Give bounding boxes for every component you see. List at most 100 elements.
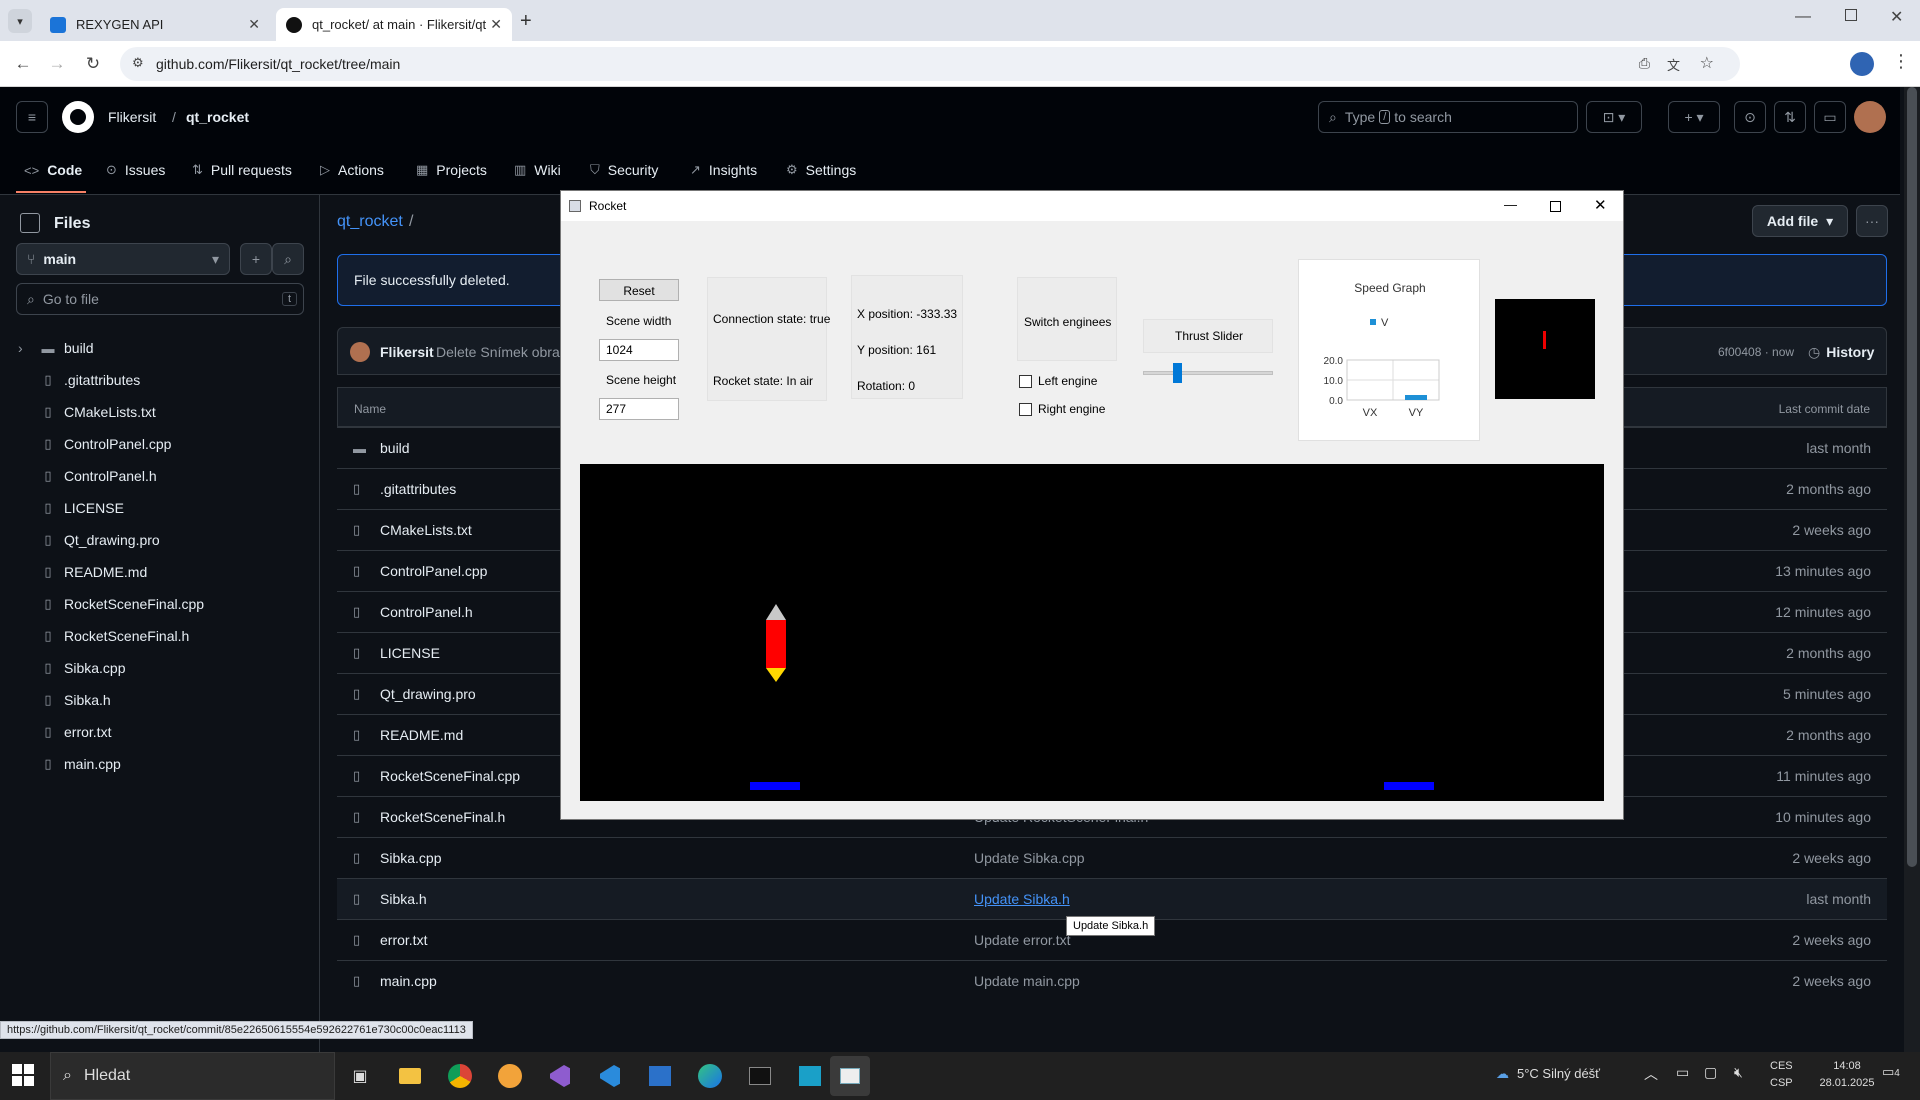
history-link[interactable]: ◷ History bbox=[1808, 344, 1874, 361]
file-name-link[interactable]: RocketSceneFinal.cpp bbox=[380, 768, 520, 784]
more-options-button[interactable]: ··· bbox=[1856, 205, 1888, 237]
translate-icon[interactable]: 文 bbox=[1667, 55, 1680, 74]
tab-pull-requests[interactable]: ⇅ Pull requests bbox=[192, 153, 292, 187]
reset-button[interactable]: Reset bbox=[599, 279, 679, 301]
breadcrumb-repo-link[interactable]: qt_rocket bbox=[337, 213, 403, 231]
commit-message-link[interactable]: Update main.cpp bbox=[974, 973, 1080, 989]
go-to-file-input[interactable]: ⌕ Go to file t bbox=[16, 283, 304, 315]
file-name-link[interactable]: error.txt bbox=[380, 932, 427, 948]
back-icon[interactable]: ← bbox=[10, 51, 36, 77]
browser-tab-github[interactable]: qt_rocket/ at main · Flikersit/qt... ✕ bbox=[276, 8, 512, 41]
bookmark-star-icon[interactable]: ☆ bbox=[1700, 53, 1714, 73]
tab-issues[interactable]: ⊙ Issues bbox=[106, 153, 165, 187]
file-name-link[interactable]: RocketSceneFinal.h bbox=[380, 809, 505, 825]
sidebar-item[interactable]: ▯ Sibka.h bbox=[40, 684, 110, 716]
file-name-link[interactable]: ControlPanel.cpp bbox=[380, 563, 487, 579]
forward-icon[interactable]: → bbox=[44, 51, 70, 77]
scene-height-input[interactable]: 277 bbox=[599, 398, 679, 420]
tab-settings[interactable]: ⚙ Settings bbox=[786, 153, 856, 187]
commit-message[interactable]: Delete Snímek obraz bbox=[436, 344, 567, 360]
visual-studio-icon[interactable] bbox=[540, 1056, 580, 1096]
github-logo-icon[interactable] bbox=[62, 101, 94, 133]
maximize-icon[interactable] bbox=[1550, 201, 1561, 212]
sidebar-item[interactable]: ▯ error.txt bbox=[40, 716, 111, 748]
table-row[interactable]: ▯ Sibka.h Update Sibka.h last month bbox=[337, 878, 1887, 919]
left-engine-checkbox[interactable]: Left engine bbox=[1019, 374, 1097, 389]
file-name-link[interactable]: ControlPanel.h bbox=[380, 604, 473, 620]
site-info-icon[interactable]: ⚙ bbox=[132, 55, 144, 71]
rocket-app-taskbar-icon[interactable] bbox=[830, 1056, 870, 1096]
file-name-link[interactable]: .gitattributes bbox=[380, 481, 456, 497]
breadcrumb-owner[interactable]: Flikersit bbox=[108, 109, 156, 125]
browser-tab-rexygen[interactable]: REXYGEN API ✕ bbox=[40, 8, 270, 41]
user-avatar[interactable] bbox=[1854, 101, 1886, 133]
minimize-icon[interactable]: — bbox=[1504, 197, 1517, 212]
app-icon-orange[interactable] bbox=[490, 1056, 530, 1096]
start-button[interactable] bbox=[12, 1064, 34, 1086]
search-input[interactable]: ⌕ Type / to search bbox=[1318, 101, 1578, 133]
profile-avatar[interactable] bbox=[1850, 52, 1874, 76]
task-view-icon[interactable]: ▣ bbox=[340, 1056, 380, 1096]
hamburger-menu-button[interactable]: ≡ bbox=[16, 101, 48, 133]
commit-author[interactable]: Flikersit bbox=[380, 344, 434, 360]
reload-icon[interactable]: ↻ bbox=[80, 51, 106, 77]
collapse-sidebar-icon[interactable] bbox=[20, 213, 40, 233]
create-new-button[interactable]: + ▾ bbox=[1668, 101, 1720, 133]
notification-center[interactable]: ▭4 bbox=[1882, 1064, 1900, 1080]
commit-message-link[interactable]: Update error.txt bbox=[974, 932, 1071, 948]
chevron-right-icon[interactable]: › bbox=[18, 340, 23, 356]
thrust-slider[interactable] bbox=[1143, 363, 1273, 383]
add-file-icon-button[interactable]: + bbox=[240, 243, 272, 275]
file-name-link[interactable]: main.cpp bbox=[380, 973, 437, 989]
keyboard-language[interactable]: CES CSP bbox=[1770, 1058, 1793, 1092]
new-tab-button[interactable]: + bbox=[520, 10, 532, 33]
sidebar-item[interactable]: ▯ RocketSceneFinal.h bbox=[40, 620, 189, 652]
right-engine-checkbox[interactable]: Right engine bbox=[1019, 402, 1105, 417]
table-row[interactable]: ▯ Sibka.cpp Update Sibka.cpp 2 weeks ago bbox=[337, 837, 1887, 878]
commit-message-link[interactable]: Update Sibka.h bbox=[974, 891, 1070, 907]
branch-selector[interactable]: ⑂ main ▾ bbox=[16, 243, 230, 275]
tab-projects[interactable]: ▦ Projects bbox=[416, 153, 487, 187]
rocket-titlebar[interactable]: Rocket — ✕ bbox=[561, 191, 1623, 221]
file-name-link[interactable]: LICENSE bbox=[380, 645, 440, 661]
file-name-link[interactable]: build bbox=[380, 440, 410, 456]
breadcrumb-repo[interactable]: qt_rocket bbox=[186, 109, 249, 125]
search-files-button[interactable]: ⌕ bbox=[272, 243, 304, 275]
file-name-link[interactable]: README.md bbox=[380, 727, 463, 743]
slider-thumb[interactable] bbox=[1173, 363, 1182, 383]
sidebar-item[interactable]: ▯ RocketSceneFinal.cpp bbox=[40, 588, 204, 620]
close-icon[interactable]: ✕ bbox=[248, 16, 260, 33]
vscode-icon[interactable] bbox=[590, 1056, 630, 1096]
tab-wiki[interactable]: ▥ Wiki bbox=[514, 153, 561, 187]
file-explorer-icon[interactable] bbox=[390, 1056, 430, 1096]
tray-chevron-icon[interactable]: ︿ bbox=[1644, 1064, 1658, 1084]
network-icon[interactable]: ▭ bbox=[1676, 1064, 1689, 1081]
display-icon[interactable]: ▢ bbox=[1704, 1064, 1717, 1081]
install-icon[interactable]: ⎙ bbox=[1639, 55, 1650, 72]
sidebar-item[interactable]: ▯ ControlPanel.h bbox=[40, 460, 156, 492]
qt-designer-icon[interactable] bbox=[640, 1056, 680, 1096]
file-name-link[interactable]: Sibka.h bbox=[380, 891, 427, 907]
minimize-window-icon[interactable]: — bbox=[1795, 8, 1811, 26]
close-window-icon[interactable]: ✕ bbox=[1890, 7, 1903, 27]
terminal-icon[interactable] bbox=[740, 1056, 780, 1096]
chrome-menu-icon[interactable]: ⋮ bbox=[1892, 51, 1910, 72]
sidebar-item[interactable]: ▯ Sibka.cpp bbox=[40, 652, 125, 684]
commit-sha-time[interactable]: 6f00408 · now bbox=[1718, 345, 1794, 359]
tab-insights[interactable]: ↗ Insights bbox=[690, 153, 757, 187]
address-bar[interactable]: ⚙ github.com/Flikersit/qt_rocket/tree/ma… bbox=[120, 47, 1740, 81]
tab-security[interactable]: ⛉ Security bbox=[590, 153, 658, 187]
sidebar-item[interactable]: › ▬ build bbox=[18, 332, 94, 364]
close-icon[interactable]: ✕ bbox=[490, 16, 502, 33]
scene-width-input[interactable]: 1024 bbox=[599, 339, 679, 361]
file-name-link[interactable]: Qt_drawing.pro bbox=[380, 686, 476, 702]
clock[interactable]: 14:08 28.01.2025 bbox=[1812, 1058, 1882, 1092]
close-icon[interactable]: ✕ bbox=[1594, 196, 1607, 214]
sidebar-item[interactable]: ▯ Qt_drawing.pro bbox=[40, 524, 159, 556]
table-row[interactable]: ▯ main.cpp Update main.cpp 2 weeks ago bbox=[337, 960, 1887, 1001]
app-icon-teal[interactable] bbox=[790, 1056, 830, 1096]
page-scrollbar[interactable] bbox=[1904, 87, 1920, 1053]
sidebar-item[interactable]: ▯ README.md bbox=[40, 556, 147, 588]
copilot-button[interactable]: ⊡ ▾ bbox=[1586, 101, 1642, 133]
pull-requests-button[interactable]: ⇅ bbox=[1774, 101, 1806, 133]
